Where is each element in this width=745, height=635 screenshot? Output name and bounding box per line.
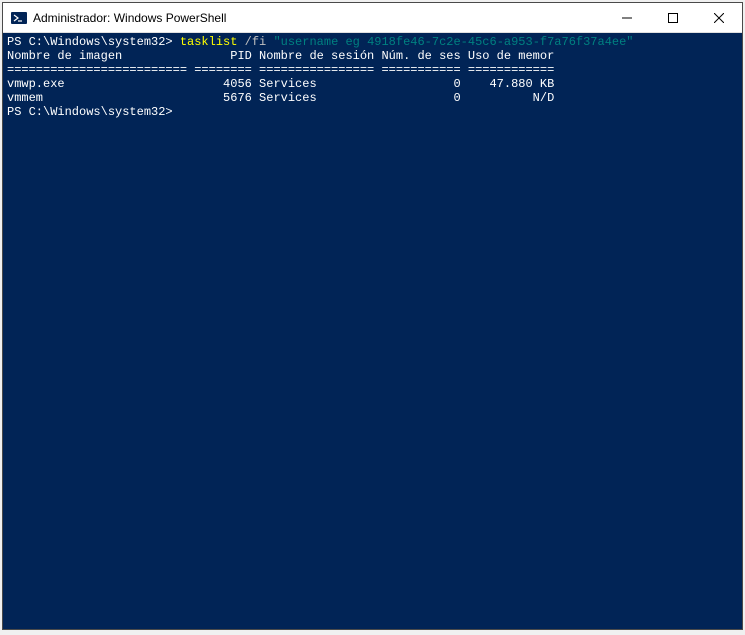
prompt-path: PS C:\Windows\system32> bbox=[7, 105, 180, 119]
titlebar[interactable]: Administrador: Windows PowerShell bbox=[3, 3, 742, 33]
terminal-output[interactable]: PS C:\Windows\system32> tasklist /fi "us… bbox=[3, 33, 742, 629]
table-row: vmwp.exe 4056 Services 0 47.880 KB bbox=[7, 77, 738, 91]
table-header: Nombre de imagen PID Nombre de sesión Nú… bbox=[7, 49, 738, 63]
command: tasklist bbox=[180, 35, 245, 49]
command-arg: /fi bbox=[245, 35, 274, 49]
powershell-icon bbox=[11, 10, 27, 26]
window-controls bbox=[604, 3, 742, 32]
table-row: vmmem 5676 Services 0 N/D bbox=[7, 91, 738, 105]
maximize-button[interactable] bbox=[650, 3, 696, 32]
window-title: Administrador: Windows PowerShell bbox=[33, 11, 604, 25]
minimize-button[interactable] bbox=[604, 3, 650, 32]
table-divider: ========================= ======== =====… bbox=[7, 63, 738, 77]
close-button[interactable] bbox=[696, 3, 742, 32]
prompt-path: PS C:\Windows\system32> bbox=[7, 35, 180, 49]
filter-string: "username eg 4918fe46-7c2e-45c6-a953-f7a… bbox=[273, 35, 633, 49]
powershell-window: Administrador: Windows PowerShell PS C:\… bbox=[2, 2, 743, 630]
